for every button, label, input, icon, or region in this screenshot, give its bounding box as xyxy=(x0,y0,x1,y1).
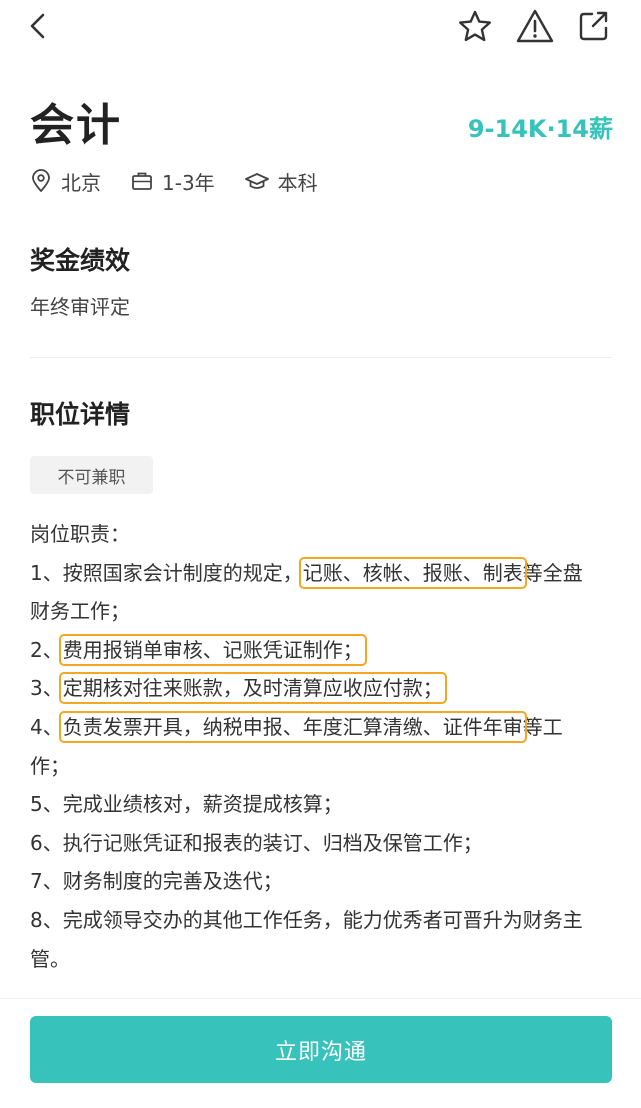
briefcase-icon xyxy=(132,172,152,190)
line-prefix: 4、 xyxy=(30,714,63,739)
line-prefix: 1、按照国家会计制度的规定， xyxy=(30,560,303,585)
description-line: 管。 xyxy=(30,946,70,971)
highlighted-text: 费用报销单审核、记账凭证制作； xyxy=(58,633,367,666)
warning-icon[interactable] xyxy=(515,7,555,45)
experience-meta: 1-3年 xyxy=(131,167,215,196)
highlighted-text: 负责发票开具，纳税申报、年度汇算清缴、证件年审 xyxy=(58,710,527,743)
line-suffix: 等全盘 xyxy=(522,560,583,585)
salary-range: 9-14K·14薪 xyxy=(467,115,613,143)
description-line: 3、定期核对往来账款，及时清算应收应付款； xyxy=(30,669,615,708)
line-prefix: 3、 xyxy=(30,676,63,701)
star-icon[interactable] xyxy=(456,8,494,46)
graduation-cap-icon xyxy=(244,173,269,189)
education-meta: 本科 xyxy=(244,167,318,196)
education-text: 本科 xyxy=(277,170,318,195)
top-bar xyxy=(0,0,641,56)
job-description: 岗位职责： 1、按照国家会计制度的规定，记账、核帐、报账、制表等全盘 财务工作；… xyxy=(30,515,615,978)
location-text: 北京 xyxy=(61,170,101,195)
location-pin-icon xyxy=(32,169,50,192)
description-line: 1、按照国家会计制度的规定，记账、核帐、报账、制表等全盘 xyxy=(30,554,615,593)
job-tag: 不可兼职 xyxy=(30,456,153,494)
details-heading: 职位详情 xyxy=(30,400,131,429)
line-prefix: 2、 xyxy=(30,637,63,662)
section-divider xyxy=(30,357,612,358)
bonus-heading: 奖金绩效 xyxy=(30,246,131,275)
description-line: 财务工作； xyxy=(30,599,130,624)
location-meta: 北京 xyxy=(30,167,101,196)
footer-divider xyxy=(0,998,641,999)
chat-now-button[interactable]: 立即沟通 xyxy=(30,1016,612,1083)
experience-text: 1-3年 xyxy=(162,170,215,195)
description-line: 7、财务制度的完善及迭代； xyxy=(30,869,283,894)
description-line: 4、负责发票开具，纳税申报、年度汇算清缴、证件年审等工 xyxy=(30,708,615,747)
bonus-text: 年终审评定 xyxy=(30,295,130,319)
description-line: 6、执行记账凭证和报表的装订、归档及保管工作； xyxy=(30,830,483,855)
description-line: 作； xyxy=(30,753,70,778)
description-line: 5、完成业绩核对，薪资提成核算； xyxy=(30,792,343,817)
job-title: 会计 xyxy=(30,100,122,151)
highlighted-text: 记账、核帐、报账、制表 xyxy=(298,556,527,589)
job-meta: 北京 1-3年 本科 xyxy=(30,166,348,196)
share-icon[interactable] xyxy=(576,8,612,44)
highlighted-text: 定期核对往来账款，及时清算应收应付款； xyxy=(58,672,447,705)
description-line: 8、完成领导交办的其他工作任务，能力优秀者可晋升为财务主 xyxy=(30,907,583,932)
line-suffix: 等工 xyxy=(522,714,563,739)
description-line: 2、费用报销单审核、记账凭证制作； xyxy=(30,631,615,670)
description-line: 岗位职责： xyxy=(30,522,130,546)
chevron-left-icon[interactable] xyxy=(24,10,52,42)
